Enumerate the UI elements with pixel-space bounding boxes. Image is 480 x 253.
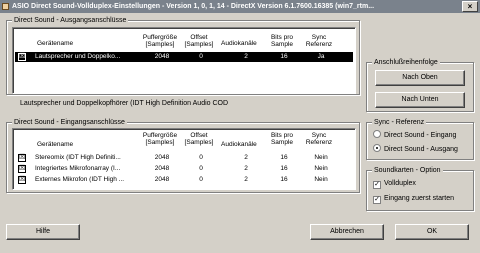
header-offset: Offset [Samples] xyxy=(184,132,214,146)
move-up-button[interactable]: Nach Oben xyxy=(375,70,465,86)
title-bar: ASIO Direct Sound-Vollduplex-Einstellung… xyxy=(0,0,480,13)
window-title: ASIO Direct Sound-Vollduplex-Einstellung… xyxy=(12,3,375,10)
help-button[interactable]: Hilfe xyxy=(6,224,80,240)
port-buffer: 2048 xyxy=(154,165,170,172)
start-input-first-checkbox[interactable]: ✓ Eingang zuerst starten xyxy=(373,194,454,204)
port-channels: 2 xyxy=(244,154,248,161)
port-sync: Nein xyxy=(314,154,328,161)
port-sync: Nein xyxy=(314,176,328,183)
close-button[interactable]: × xyxy=(462,1,478,12)
radio-button-selected[interactable] xyxy=(373,144,381,152)
input-port-row[interactable]: ☒ Externes Mikrofon (IDT High ... 2048 0… xyxy=(15,175,353,185)
port-bits: 16 xyxy=(280,176,288,183)
selected-device-status: Lautsprecher und Doppelkopfhörer (IDT Hi… xyxy=(20,100,229,107)
port-sync: Nein xyxy=(314,165,328,172)
port-enabled-checkbox[interactable]: ☒ xyxy=(18,176,26,184)
port-name: Lautsprecher und Doppelko... xyxy=(35,53,121,60)
port-buffer: 2048 xyxy=(154,154,170,161)
sync-radio-output[interactable]: Direct Sound - Ausgang xyxy=(373,144,458,155)
header-device-name: Gerätename xyxy=(37,40,74,47)
soundcard-options-title: Soundkarten - Option xyxy=(372,166,443,175)
input-port-row[interactable]: ☒ Integriertes Mikrofonarray (I... 2048 … xyxy=(15,164,353,174)
move-down-button[interactable]: Nach Unten xyxy=(375,92,465,108)
asio-settings-window: ASIO Direct Sound-Vollduplex-Einstellung… xyxy=(0,0,480,253)
app-icon xyxy=(2,3,9,10)
port-buffer: 2048 xyxy=(154,53,170,60)
header-sync: Sync Referenz xyxy=(305,132,333,146)
ok-button[interactable]: OK xyxy=(395,224,469,240)
header-bits: Bits pro Sample xyxy=(270,34,294,48)
header-channels: Audiokanäle xyxy=(221,40,257,47)
port-enabled-checkbox[interactable]: ☒ xyxy=(18,165,26,173)
port-channels: 2 xyxy=(244,165,248,172)
sync-radio-input[interactable]: Direct Sound - Eingang xyxy=(373,130,456,141)
port-buffer: 2048 xyxy=(154,176,170,183)
input-ports-list[interactable]: Gerätename Puffergröße [Samples] Offset … xyxy=(12,128,356,190)
header-device-name: Gerätename xyxy=(37,141,74,148)
header-bits: Bits pro Sample xyxy=(270,132,294,146)
full-duplex-checkbox[interactable]: ✓ Vollduplex xyxy=(373,179,416,189)
radio-button[interactable] xyxy=(373,130,381,138)
soundcard-options-group: Soundkarten - Option xyxy=(366,166,474,211)
output-group-title: Direct Sound - Ausgangsanschlüsse xyxy=(12,16,129,25)
port-bits: 16 xyxy=(280,154,288,161)
output-port-row[interactable]: ☒ Lautsprecher und Doppelko... 2048 0 2 … xyxy=(15,52,353,62)
full-duplex-label: Vollduplex xyxy=(384,180,416,187)
port-sync: Ja xyxy=(317,53,325,60)
port-bits: 16 xyxy=(280,53,288,60)
port-channels: 2 xyxy=(244,176,248,183)
port-name: Externes Mikrofon (IDT High ... xyxy=(35,176,125,183)
header-buffer-size: Puffergröße [Samples] xyxy=(142,132,178,146)
header-sync: Sync Referenz xyxy=(305,34,333,48)
port-order-title: Anschlußreihenfolge xyxy=(372,58,440,67)
cancel-button[interactable]: Abbrechen xyxy=(310,224,384,240)
input-group-title: Direct Sound - Eingangsanschlüsse xyxy=(12,118,127,127)
header-channels: Audiokanäle xyxy=(221,141,257,148)
port-offset: 0 xyxy=(199,53,203,60)
input-port-row[interactable]: ☒ Stereomix (IDT High Definiti... 2048 0… xyxy=(15,153,353,163)
output-ports-list[interactable]: Gerätename Puffergröße [Samples] Offset … xyxy=(12,27,356,94)
checkbox-checked[interactable]: ✓ xyxy=(373,181,381,189)
port-offset: 0 xyxy=(199,165,203,172)
port-name: Stereomix (IDT High Definiti... xyxy=(35,154,121,161)
sync-radio-input-label: Direct Sound - Eingang xyxy=(384,132,457,139)
port-offset: 0 xyxy=(199,154,203,161)
port-offset: 0 xyxy=(199,176,203,183)
port-enabled-checkbox[interactable]: ☒ xyxy=(18,154,26,162)
start-input-first-label: Eingang zuerst starten xyxy=(384,195,455,202)
port-enabled-checkbox[interactable]: ☒ xyxy=(18,53,26,61)
sync-reference-title: Sync - Referenz xyxy=(372,118,427,127)
port-bits: 16 xyxy=(280,165,288,172)
port-channels: 2 xyxy=(244,53,248,60)
sync-radio-output-label: Direct Sound - Ausgang xyxy=(384,146,458,153)
port-name: Integriertes Mikrofonarray (I... xyxy=(35,165,121,172)
header-buffer-size: Puffergröße [Samples] xyxy=(142,34,178,48)
checkbox-checked[interactable]: ✓ xyxy=(373,196,381,204)
header-offset: Offset [Samples] xyxy=(184,34,214,48)
